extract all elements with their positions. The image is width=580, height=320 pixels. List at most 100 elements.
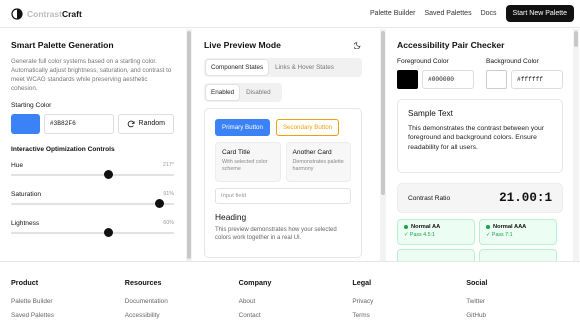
start-new-palette-button[interactable]: Start New Palette xyxy=(505,5,574,22)
preview-scrollbar[interactable] xyxy=(380,29,386,261)
footer-heading: Product xyxy=(11,278,39,287)
preview-heading: Heading xyxy=(215,212,247,222)
preview-card: Card Title With selected color scheme xyxy=(215,142,281,182)
preview-input-field[interactable]: Input field xyxy=(215,188,351,204)
footer-link[interactable]: Documentation xyxy=(125,298,239,305)
controls-title: Interactive Optimization Controls xyxy=(11,145,115,153)
lightness-slider-handle[interactable] xyxy=(104,227,114,237)
sample-title: Sample Text xyxy=(408,109,453,118)
footer-link[interactable]: Saved Palettes xyxy=(11,312,125,319)
nav-palette-builder[interactable]: Palette Builder xyxy=(370,10,416,17)
hue-slider-handle[interactable] xyxy=(104,169,114,179)
footer-heading: Social xyxy=(466,278,488,287)
starting-color-swatch[interactable] xyxy=(11,113,40,134)
lightness-label: Lightness xyxy=(11,219,40,227)
starting-color-hex-input[interactable]: #3B82F6 xyxy=(43,113,114,134)
footer-link[interactable]: About xyxy=(239,298,353,305)
nav-docs[interactable]: Docs xyxy=(481,10,497,17)
lightness-slider[interactable] xyxy=(11,227,174,237)
pass-dot-icon xyxy=(486,225,490,229)
footer-column-resources: Resources Documentation Accessibility xyxy=(125,278,239,320)
sample-text-card: Sample Text This demonstrates the contra… xyxy=(397,99,563,173)
card-title: Card Title xyxy=(222,149,251,156)
card-title: Another Card xyxy=(292,149,332,156)
preview-paragraph: This preview demonstrates how your selec… xyxy=(215,227,337,242)
lightness-slider-group: Lightness 60% xyxy=(11,219,174,237)
hue-value: 217° xyxy=(162,161,174,168)
wcag-badge-normal-aaa: Normal AAA ✓ Pass 7:1 xyxy=(479,219,557,245)
random-color-button[interactable]: Random xyxy=(117,113,174,134)
preview-primary-button[interactable]: Primary Button xyxy=(215,119,270,136)
palette-generator-panel: Smart Palette Generation Generate full c… xyxy=(0,29,186,261)
footer-heading: Resources xyxy=(124,278,162,287)
background-swatch[interactable] xyxy=(486,70,507,89)
tab-disabled[interactable]: Disabled xyxy=(241,85,276,100)
preview-secondary-button[interactable]: Secondary Button xyxy=(275,119,340,136)
moon-icon[interactable] xyxy=(354,41,362,49)
checker-scrollbar-thumb[interactable] xyxy=(574,31,578,47)
badge-status: ✓ Pass 7:1 xyxy=(486,232,513,238)
preview-title: Live Preview Mode xyxy=(204,40,281,50)
logo[interactable]: ContrastCraft xyxy=(11,7,82,20)
contrast-ratio-label: Contrast Ratio xyxy=(408,194,451,202)
preview-tabs: Component States Links & Hover States xyxy=(204,58,362,77)
footer-link[interactable]: Accessibility xyxy=(125,312,239,319)
generator-scrollbar[interactable] xyxy=(186,29,192,261)
badge-title: Normal AA xyxy=(411,224,441,230)
starting-color-row: #3B82F6 Random xyxy=(11,113,174,134)
random-button-label: Random xyxy=(138,120,165,128)
generator-scrollbar-thumb[interactable] xyxy=(187,31,191,259)
footer-column-company: Company About Contact xyxy=(239,278,353,320)
lightness-value: 60% xyxy=(163,219,174,226)
contrast-logo-icon xyxy=(11,7,23,20)
pass-dot-icon xyxy=(404,225,408,229)
contrast-ratio-value: 21.00:1 xyxy=(499,191,552,205)
wcag-badge-partial xyxy=(397,249,475,261)
accessibility-checker-panel: Accessibility Pair Checker Foreground Co… xyxy=(387,29,573,261)
checker-title: Accessibility Pair Checker xyxy=(397,40,505,50)
nav-saved-palettes[interactable]: Saved Palettes xyxy=(424,10,471,17)
badge-title: Normal AAA xyxy=(493,224,527,230)
wcag-badges: Normal AA ✓ Pass 4.5:1 Normal AAA ✓ Pass… xyxy=(397,219,563,261)
preview-scrollbar-thumb[interactable] xyxy=(381,31,385,195)
background-hex-input[interactable]: #ffffff xyxy=(511,70,563,89)
footer-link[interactable]: Contact xyxy=(239,312,353,319)
footer-heading: Legal xyxy=(352,278,372,287)
hue-label: Hue xyxy=(11,161,24,169)
background-label: Background Color xyxy=(486,58,539,65)
card-text: With selected color scheme xyxy=(222,159,268,173)
wcag-badge-partial xyxy=(479,249,557,261)
saturation-value: 91% xyxy=(163,190,174,197)
footer-link[interactable]: Terms xyxy=(352,312,466,319)
foreground-swatch[interactable] xyxy=(397,70,418,89)
saturation-slider-group: Saturation 91% xyxy=(11,190,174,208)
footer-link[interactable]: Privacy xyxy=(352,298,466,305)
footer-link[interactable]: GitHub xyxy=(466,312,580,319)
footer-link[interactable]: Palette Builder xyxy=(11,298,125,305)
footer-link[interactable]: Twitter xyxy=(466,298,580,305)
state-tabs: Enabled Disabled xyxy=(204,83,282,102)
tab-enabled[interactable]: Enabled xyxy=(206,85,240,100)
badge-status: ✓ Pass 4.5:1 xyxy=(404,232,435,238)
footer-column-legal: Legal Privacy Terms xyxy=(352,278,466,320)
logo-text: ContrastCraft xyxy=(27,8,82,19)
live-preview-panel: Live Preview Mode Component States Links… xyxy=(193,29,373,261)
starting-color-label: Starting Color xyxy=(11,101,52,109)
saturation-label: Saturation xyxy=(11,190,42,198)
top-header: ContrastCraft Palette Builder Saved Pale… xyxy=(0,0,580,28)
footer-column-product: Product Palette Builder Saved Palettes xyxy=(11,278,125,320)
contrast-ratio-card: Contrast Ratio 21.00:1 xyxy=(397,183,563,213)
hue-slider-group: Hue 217° xyxy=(11,161,174,179)
checker-scrollbar[interactable] xyxy=(573,29,579,261)
generator-title: Smart Palette Generation xyxy=(11,40,114,50)
saturation-slider-handle[interactable] xyxy=(154,198,164,208)
footer-column-social: Social Twitter GitHub xyxy=(466,278,580,320)
preview-card: Another Card Demonstrates palette harmon… xyxy=(285,142,351,182)
tab-links-hover-states[interactable]: Links & Hover States xyxy=(270,60,339,75)
hue-slider[interactable] xyxy=(11,169,174,179)
preview-canvas: Primary Button Secondary Button Card Tit… xyxy=(204,108,362,258)
foreground-hex-input[interactable]: #000000 xyxy=(422,70,474,89)
tab-component-states[interactable]: Component States xyxy=(206,60,269,75)
saturation-slider[interactable] xyxy=(11,198,174,208)
foreground-label: Foreground Color xyxy=(397,58,449,65)
